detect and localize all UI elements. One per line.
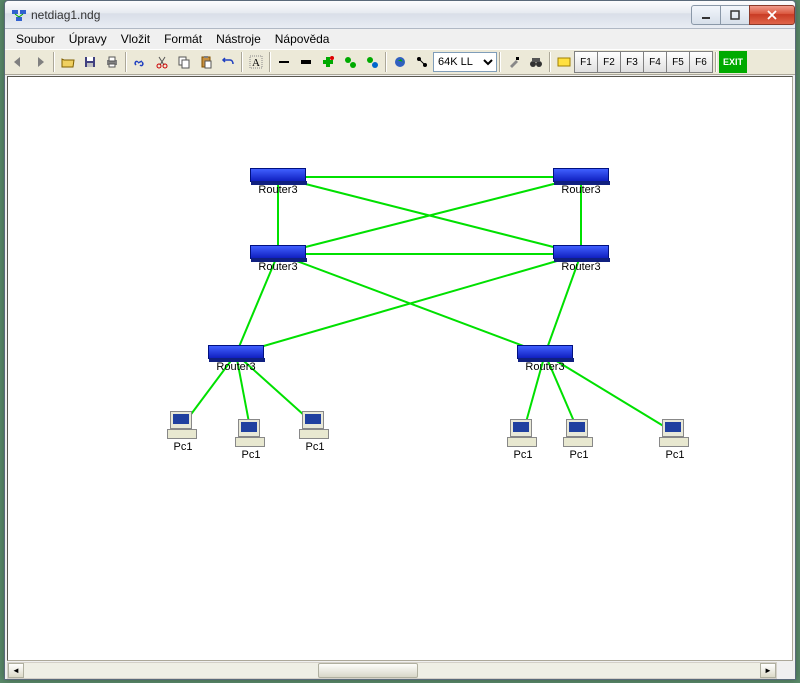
f3-button[interactable]: F3 — [620, 51, 644, 73]
node-label: Pc1 — [299, 441, 331, 453]
line-thick-button[interactable] — [295, 51, 317, 73]
separator — [549, 52, 551, 72]
exit-button[interactable]: EXIT — [719, 51, 747, 73]
titlebar[interactable]: netdiag1.ndg — [5, 1, 795, 29]
node-label: Router3 — [517, 361, 573, 373]
f2-button[interactable]: F2 — [597, 51, 621, 73]
separator — [53, 52, 55, 72]
node-label: Router3 — [250, 184, 306, 196]
f1-button[interactable]: F1 — [574, 51, 598, 73]
pc-node[interactable]: Pc1 — [235, 419, 267, 461]
connection-line[interactable] — [278, 177, 581, 254]
router-icon — [208, 345, 264, 359]
connection-line[interactable] — [278, 254, 545, 354]
highlight-button[interactable] — [553, 51, 575, 73]
nav-back-button[interactable] — [7, 51, 29, 73]
app-icon — [11, 7, 27, 23]
router-node[interactable]: Router3 — [553, 168, 609, 196]
pc-icon — [507, 419, 539, 447]
pc-icon — [235, 419, 267, 447]
router-node[interactable]: Router3 — [250, 168, 306, 196]
pc-icon — [167, 411, 199, 439]
router-icon — [250, 245, 306, 259]
separator — [715, 52, 717, 72]
window-title: netdiag1.ndg — [31, 8, 692, 22]
node-label: Pc1 — [563, 449, 595, 461]
link-button[interactable] — [129, 51, 151, 73]
scroll-track[interactable] — [24, 663, 760, 678]
pc-node[interactable]: Pc1 — [299, 411, 331, 453]
menu-vlozit[interactable]: Vložit — [114, 30, 157, 48]
diagram-surface[interactable]: Router3 Router3 Router3 Router3 Router3 Route… — [8, 77, 792, 660]
cut-button[interactable] — [151, 51, 173, 73]
text-tool-button[interactable]: A — [245, 51, 267, 73]
separator — [269, 52, 271, 72]
menubar: Soubor Úpravy Vložit Formát Nástroje Náp… — [5, 29, 795, 49]
menu-nastroje[interactable]: Nástroje — [209, 30, 268, 48]
canvas[interactable]: Router3 Router3 Router3 Router3 Router3 Route… — [7, 76, 793, 661]
menu-napoveda[interactable]: Nápověda — [268, 30, 337, 48]
node-green-button[interactable] — [339, 51, 361, 73]
pc-node[interactable]: Pc1 — [563, 419, 595, 461]
menu-format[interactable]: Formát — [157, 30, 209, 48]
connector-button[interactable] — [411, 51, 433, 73]
app-window: netdiag1.ndg Soubor Úpravy Vložit Formát… — [4, 0, 796, 680]
f6-button[interactable]: F6 — [689, 51, 713, 73]
pc-icon — [299, 411, 331, 439]
line-speed-select[interactable]: 64K LL — [433, 52, 497, 72]
svg-text:A: A — [252, 57, 260, 69]
separator — [499, 52, 501, 72]
horizontal-scrollbar[interactable]: ◄ ► — [7, 662, 777, 679]
connection-line[interactable] — [278, 177, 581, 254]
pc-icon — [659, 419, 691, 447]
copy-button[interactable] — [173, 51, 195, 73]
save-button[interactable] — [79, 51, 101, 73]
f5-button[interactable]: F5 — [666, 51, 690, 73]
router-icon — [553, 168, 609, 182]
router-node[interactable]: Router3 — [208, 345, 264, 373]
router-icon — [517, 345, 573, 359]
line-thin-button[interactable] — [273, 51, 295, 73]
globe-button[interactable] — [389, 51, 411, 73]
separator — [241, 52, 243, 72]
pc-node[interactable]: Pc1 — [507, 419, 539, 461]
nav-forward-button[interactable] — [29, 51, 51, 73]
scroll-left-button[interactable]: ◄ — [8, 663, 24, 678]
node-label: Router3 — [250, 261, 306, 273]
router-icon — [553, 245, 609, 259]
node-label: Router3 — [208, 361, 264, 373]
close-button[interactable] — [749, 5, 795, 25]
router-node[interactable]: Router3 — [553, 245, 609, 273]
node-label: Pc1 — [507, 449, 539, 461]
pc-node[interactable]: Pc1 — [167, 411, 199, 453]
menu-soubor[interactable]: Soubor — [9, 30, 62, 48]
binoculars-button[interactable] — [525, 51, 547, 73]
pc-node[interactable]: Pc1 — [659, 419, 691, 461]
router-icon — [250, 168, 306, 182]
toolbar: A 64K LL F1 F2 F3 F4 F5 F6 EXIT — [5, 49, 795, 75]
maximize-button[interactable] — [720, 5, 750, 25]
scroll-thumb[interactable] — [318, 663, 418, 678]
separator — [125, 52, 127, 72]
paste-button[interactable] — [195, 51, 217, 73]
node-label: Pc1 — [167, 441, 199, 453]
open-button[interactable] — [57, 51, 79, 73]
router-node[interactable]: Router3 — [517, 345, 573, 373]
f4-button[interactable]: F4 — [643, 51, 667, 73]
router-node[interactable]: Router3 — [250, 245, 306, 273]
pc-icon — [563, 419, 595, 447]
scroll-right-button[interactable]: ► — [760, 663, 776, 678]
node-label: Pc1 — [235, 449, 267, 461]
print-button[interactable] — [101, 51, 123, 73]
node-label: Pc1 — [659, 449, 691, 461]
eyedropper-button[interactable] — [503, 51, 525, 73]
undo-button[interactable] — [217, 51, 239, 73]
minimize-button[interactable] — [691, 5, 721, 25]
node-label: Router3 — [553, 261, 609, 273]
separator — [385, 52, 387, 72]
add-node-button[interactable] — [317, 51, 339, 73]
node-label: Router3 — [553, 184, 609, 196]
menu-upravy[interactable]: Úpravy — [62, 30, 114, 48]
node-mixed-button[interactable] — [361, 51, 383, 73]
